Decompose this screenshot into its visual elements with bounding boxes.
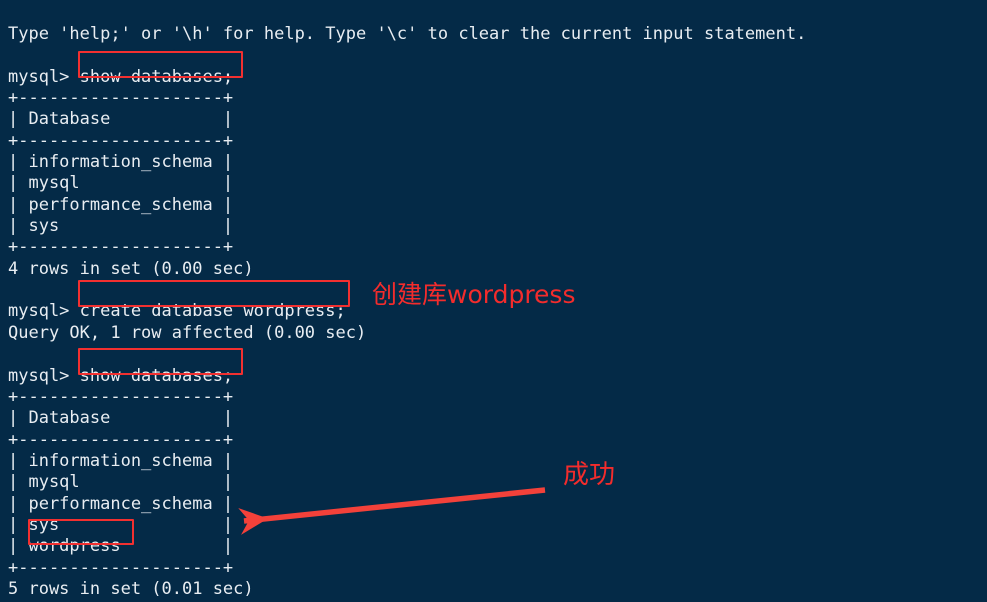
note-create-db: 创建库wordpress (372, 280, 576, 309)
terminal-line: | Database | (8, 408, 234, 429)
terminal-line: +--------------------+ (8, 237, 234, 258)
terminal-line: 5 rows in set (0.01 sec) (8, 578, 254, 599)
terminal-line: | information_schema | (8, 152, 234, 173)
terminal-line: | sys | (8, 514, 234, 535)
terminal-line: | mysql | (8, 472, 234, 493)
terminal-line: | performance_schema | (8, 493, 234, 514)
terminal-line: +--------------------+ (8, 386, 234, 407)
terminal-output[interactable]: Type 'help;' or '\h' for help. Type '\c'… (0, 17, 987, 602)
terminal-line: mysql> show databases; (8, 66, 234, 87)
terminal-line: +--------------------+ (8, 429, 234, 450)
terminal-line: 4 rows in set (0.00 sec) (8, 258, 254, 279)
terminal-line: | mysql | (8, 173, 234, 194)
note-success: 成功 (563, 460, 616, 490)
terminal-line: +--------------------+ (8, 88, 234, 109)
terminal-screen: Type 'help;' or '\h' for help. Type '\c'… (0, 0, 987, 602)
terminal-line: Query OK, 1 row affected (0.00 sec) (8, 322, 367, 343)
terminal-line: | sys | (8, 216, 234, 237)
terminal-line: mysql> show databases; (8, 365, 234, 386)
terminal-line: | Database | (8, 109, 234, 130)
terminal-line: | information_schema | (8, 450, 234, 471)
terminal-line: | wordpress | (8, 536, 234, 557)
terminal-line: +--------------------+ (8, 130, 234, 151)
terminal-line: | performance_schema | (8, 194, 234, 215)
terminal-line: Type 'help;' or '\h' for help. Type '\c'… (8, 24, 807, 44)
terminal-line: +--------------------+ (8, 557, 234, 578)
